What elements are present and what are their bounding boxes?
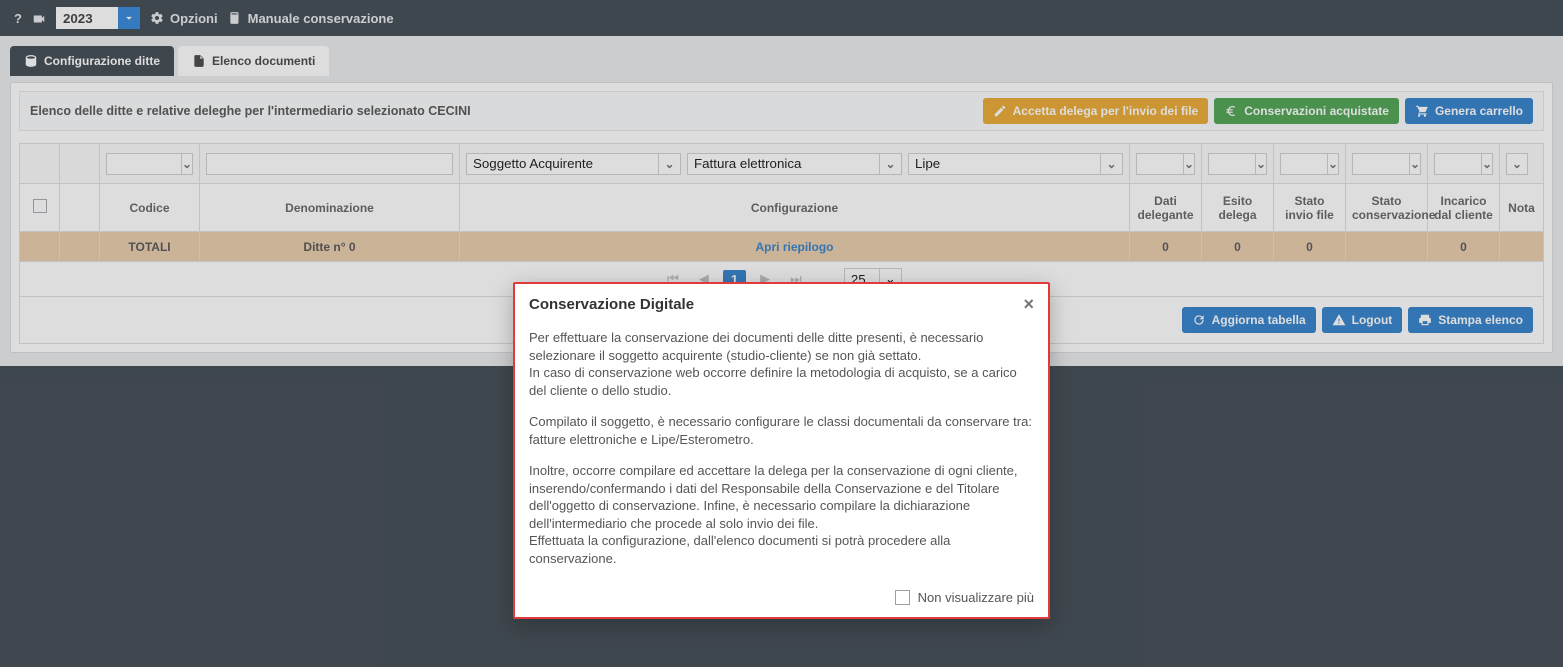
modal-text-1b: In caso di conservazione web occorre def…: [529, 365, 1017, 398]
modal-body: Per effettuare la conservazione dei docu…: [515, 325, 1048, 582]
modal-header: Conservazione Digitale ×: [515, 284, 1048, 325]
conservazione-digitale-modal: Conservazione Digitale × Per effettuare …: [513, 282, 1050, 619]
modal-close-button[interactable]: ×: [1023, 294, 1034, 315]
modal-text-3: Inoltre, occorre compilare ed accettare …: [529, 463, 1018, 531]
modal-text-2: Compilato il soggetto, è necessario conf…: [529, 413, 1034, 448]
dont-show-checkbox[interactable]: [895, 590, 910, 605]
modal-footer: Non visualizzare più: [515, 582, 1048, 617]
modal-title: Conservazione Digitale: [529, 296, 694, 313]
modal-text-3b: Effettuata la configurazione, dall'elenc…: [529, 533, 950, 566]
dont-show-label: Non visualizzare più: [918, 590, 1034, 605]
modal-text-1: Per effettuare la conservazione dei docu…: [529, 330, 983, 363]
